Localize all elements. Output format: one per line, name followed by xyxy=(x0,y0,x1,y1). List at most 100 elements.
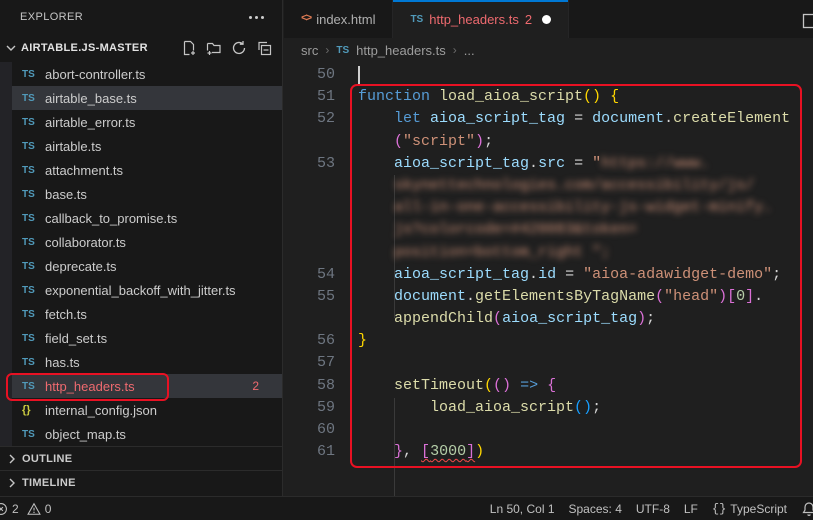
code-line-59[interactable]: 59 load_aioa_script(); xyxy=(284,397,813,419)
refresh-icon[interactable] xyxy=(231,40,247,56)
code-editor[interactable]: 50 51 function load_aioa_script() {52 let … xyxy=(284,62,813,516)
code-line-60[interactable]: 60 xyxy=(284,419,813,441)
line-number: 59 xyxy=(316,398,335,416)
file-list: TS abort-controller.ts TS airtable_base.ts T… xyxy=(0,62,282,446)
code-line-61[interactable]: 61 }, [3000]) xyxy=(284,441,813,463)
line-text: skynettechnologies.com/accessibility/js/ xyxy=(394,176,755,194)
code-line-wrap[interactable]: appendChild(aioa_script_tag); xyxy=(284,308,813,330)
typescript-file-icon: TS xyxy=(22,284,35,296)
typescript-file-icon: TS xyxy=(22,428,35,440)
split-editor-icon[interactable] xyxy=(802,13,813,34)
file-item-attachment.ts[interactable]: TS attachment.ts xyxy=(0,158,282,182)
unsaved-changes-dot-icon[interactable] xyxy=(542,14,552,24)
cursor-position-status[interactable]: Ln 50, Col 1 xyxy=(483,497,562,520)
code-line-58[interactable]: 58 setTimeout(() => { xyxy=(284,375,813,397)
code-line-wrap[interactable]: skynettechnologies.com/accessibility/js/ xyxy=(284,175,813,197)
tab-index-html[interactable]: <> index.html xyxy=(284,0,394,38)
typescript-file-icon: TS xyxy=(22,116,35,128)
line-number: 54 xyxy=(316,265,335,283)
encoding-status[interactable]: UTF-8 xyxy=(629,497,677,520)
typescript-file-icon: TS xyxy=(22,260,35,272)
code-line-wrap[interactable]: all-in-one-accessibility-js-widget-minif… xyxy=(284,197,813,219)
file-item-collaborator.ts[interactable]: TS collaborator.ts xyxy=(0,230,282,254)
code-line-53[interactable]: 53 aioa_script_tag.src = "https://www. xyxy=(284,153,813,175)
typescript-file-icon: TS xyxy=(22,308,35,320)
file-item-http_headers.ts[interactable]: TS http_headers.ts 2 xyxy=(0,374,282,398)
text-cursor xyxy=(358,66,360,85)
line-number: 50 xyxy=(316,66,335,83)
chevron-right-icon: › xyxy=(325,43,330,57)
notifications-bell-icon[interactable] xyxy=(794,497,813,520)
file-item-object_map.ts[interactable]: TS object_map.ts xyxy=(0,422,282,446)
code-line-wrap[interactable]: ("script"); xyxy=(284,131,813,153)
file-item-airtable_base.ts[interactable]: TS airtable_base.ts xyxy=(0,86,282,110)
eol-status[interactable]: LF xyxy=(677,497,705,520)
timeline-section-header[interactable]: TIMELINE xyxy=(0,470,282,494)
line-text: function load_aioa_script() { xyxy=(358,88,620,106)
problem-count-badge: 2 xyxy=(252,379,259,393)
line-text: appendChild(aioa_script_tag); xyxy=(394,310,656,328)
code-line-wrap[interactable]: js?colorcode=#420083&token= xyxy=(284,219,813,241)
explorer-title: EXPLORER xyxy=(20,11,84,23)
breadcrumb-item-symbol[interactable]: ... xyxy=(464,43,475,58)
language-label: TypeScript xyxy=(730,501,787,516)
line-number xyxy=(284,242,335,264)
code-line-51[interactable]: 51 function load_aioa_script() { xyxy=(284,86,813,108)
typescript-file-icon: TS xyxy=(22,212,35,224)
line-text: } xyxy=(358,332,368,350)
code-line-50[interactable]: 50 xyxy=(284,64,813,86)
file-item-has.ts[interactable]: TS has.ts xyxy=(0,350,282,374)
tab-http-headers-ts[interactable]: TS http_headers.ts 2 xyxy=(393,0,570,38)
code-line-56[interactable]: 56} xyxy=(284,330,813,352)
file-item-deprecate.ts[interactable]: TS deprecate.ts xyxy=(0,254,282,278)
file-item-exponential_backoff_with_jitter.ts[interactable]: TS exponential_backoff_with_jitter.ts xyxy=(0,278,282,302)
new-folder-icon[interactable] xyxy=(206,40,222,56)
indentation-status[interactable]: Spaces: 4 xyxy=(562,497,629,520)
typescript-file-icon: TS xyxy=(22,236,35,248)
file-item-callback_to_promise.ts[interactable]: TS callback_to_promise.ts xyxy=(0,206,282,230)
warning-count: 0 xyxy=(44,501,52,516)
collapse-all-icon[interactable] xyxy=(256,40,272,56)
line-number: 61 xyxy=(316,443,335,461)
file-item-abort-controller.ts[interactable]: TS abort-controller.ts xyxy=(0,62,282,86)
line-number: 57 xyxy=(316,354,335,372)
new-file-icon[interactable] xyxy=(181,40,197,56)
file-item-internal_config.json[interactable]: {} internal_config.json xyxy=(0,398,282,422)
line-text: setTimeout(() => { xyxy=(394,376,557,394)
code-line-52[interactable]: 52 let aioa_script_tag = document.create… xyxy=(284,108,813,130)
file-item-fetch.ts[interactable]: TS fetch.ts xyxy=(0,302,282,326)
code-line-55[interactable]: 55 document.getElementsByTagName("head")… xyxy=(284,286,813,308)
outline-section-header[interactable]: OUTLINE xyxy=(0,446,282,470)
vscode-window: EXPLORER AIRTABLE.JS-MASTER TS abort-cont… xyxy=(0,0,813,520)
file-item-base.ts[interactable]: TS base.ts xyxy=(0,182,282,206)
line-text: document.getElementsByTagName("head")[0]… xyxy=(394,287,764,305)
tab-label: http_headers.ts xyxy=(429,11,519,27)
line-number xyxy=(284,197,335,219)
typescript-file-icon: TS xyxy=(22,68,35,80)
file-item-airtable_error.ts[interactable]: TS airtable_error.ts xyxy=(0,110,282,134)
code-line-54[interactable]: 54 aioa_script_tag.id = "aioa-adawidget-… xyxy=(284,264,813,286)
file-name: field_set.ts xyxy=(45,330,108,346)
language-mode-status[interactable]: {} TypeScript xyxy=(705,497,794,520)
file-item-airtable.ts[interactable]: TS airtable.ts xyxy=(0,134,282,158)
line-text: aioa_script_tag.id = "aioa-adawidget-dem… xyxy=(394,265,782,283)
workspace-section-header[interactable]: AIRTABLE.JS-MASTER xyxy=(0,34,282,62)
chevron-right-icon: › xyxy=(452,43,457,57)
breadcrumb-item-file[interactable]: http_headers.ts xyxy=(356,43,446,58)
line-text: js?colorcode=#420083&token= xyxy=(394,221,638,239)
breadcrumb-item-src[interactable]: src xyxy=(301,43,318,58)
line-number: 53 xyxy=(316,154,335,172)
line-text: aioa_script_tag.src = "https://www. xyxy=(394,154,710,172)
sidebar-scrollbar[interactable] xyxy=(0,62,12,446)
line-number: 60 xyxy=(316,421,335,438)
chevron-down-icon xyxy=(6,45,16,51)
typescript-file-icon: TS xyxy=(22,92,35,104)
file-name: attachment.ts xyxy=(45,162,124,178)
code-line-57[interactable]: 57 xyxy=(284,352,813,374)
ellipsis-menu-icon[interactable] xyxy=(245,12,268,23)
line-text: all-in-one-accessibility-js-widget-minif… xyxy=(394,199,773,217)
typescript-file-icon: TS xyxy=(410,13,424,25)
code-line-wrap[interactable]: position=bottom_right "; xyxy=(284,242,813,264)
problems-status[interactable]: 2 0 xyxy=(0,502,55,516)
file-item-field_set.ts[interactable]: TS field_set.ts xyxy=(0,326,282,350)
